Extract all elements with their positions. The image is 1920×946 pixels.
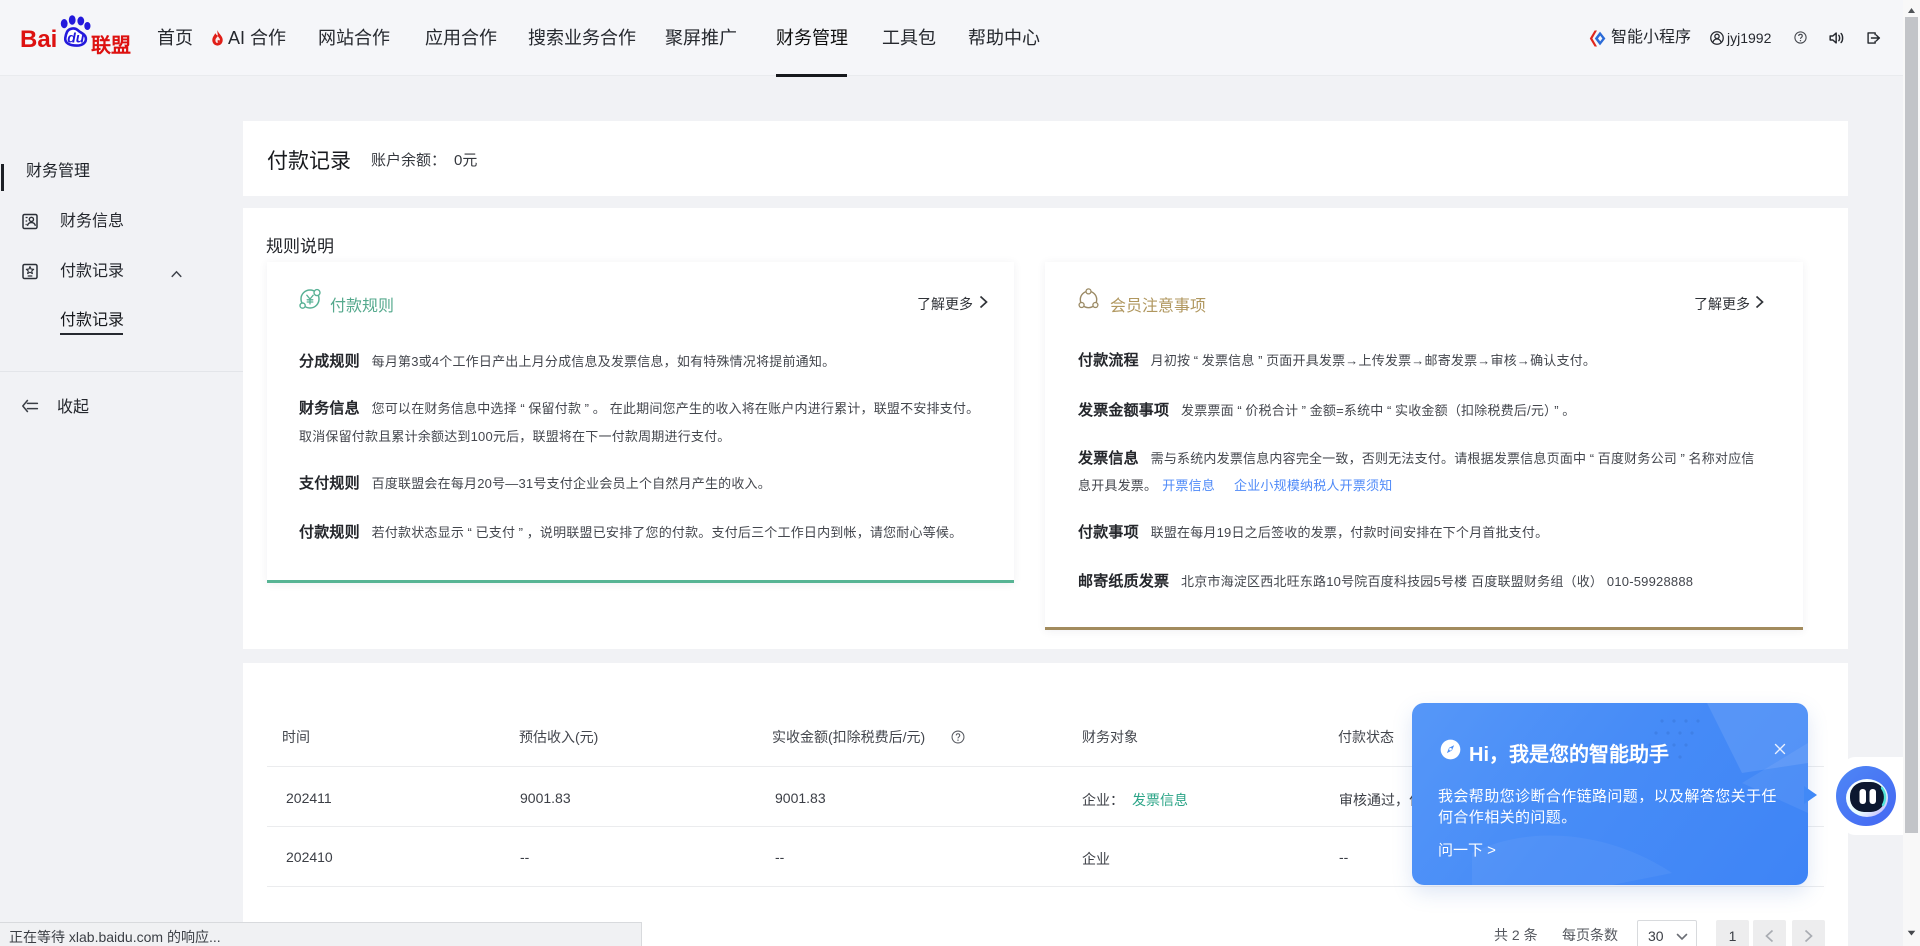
svg-text:du: du [67,30,85,46]
